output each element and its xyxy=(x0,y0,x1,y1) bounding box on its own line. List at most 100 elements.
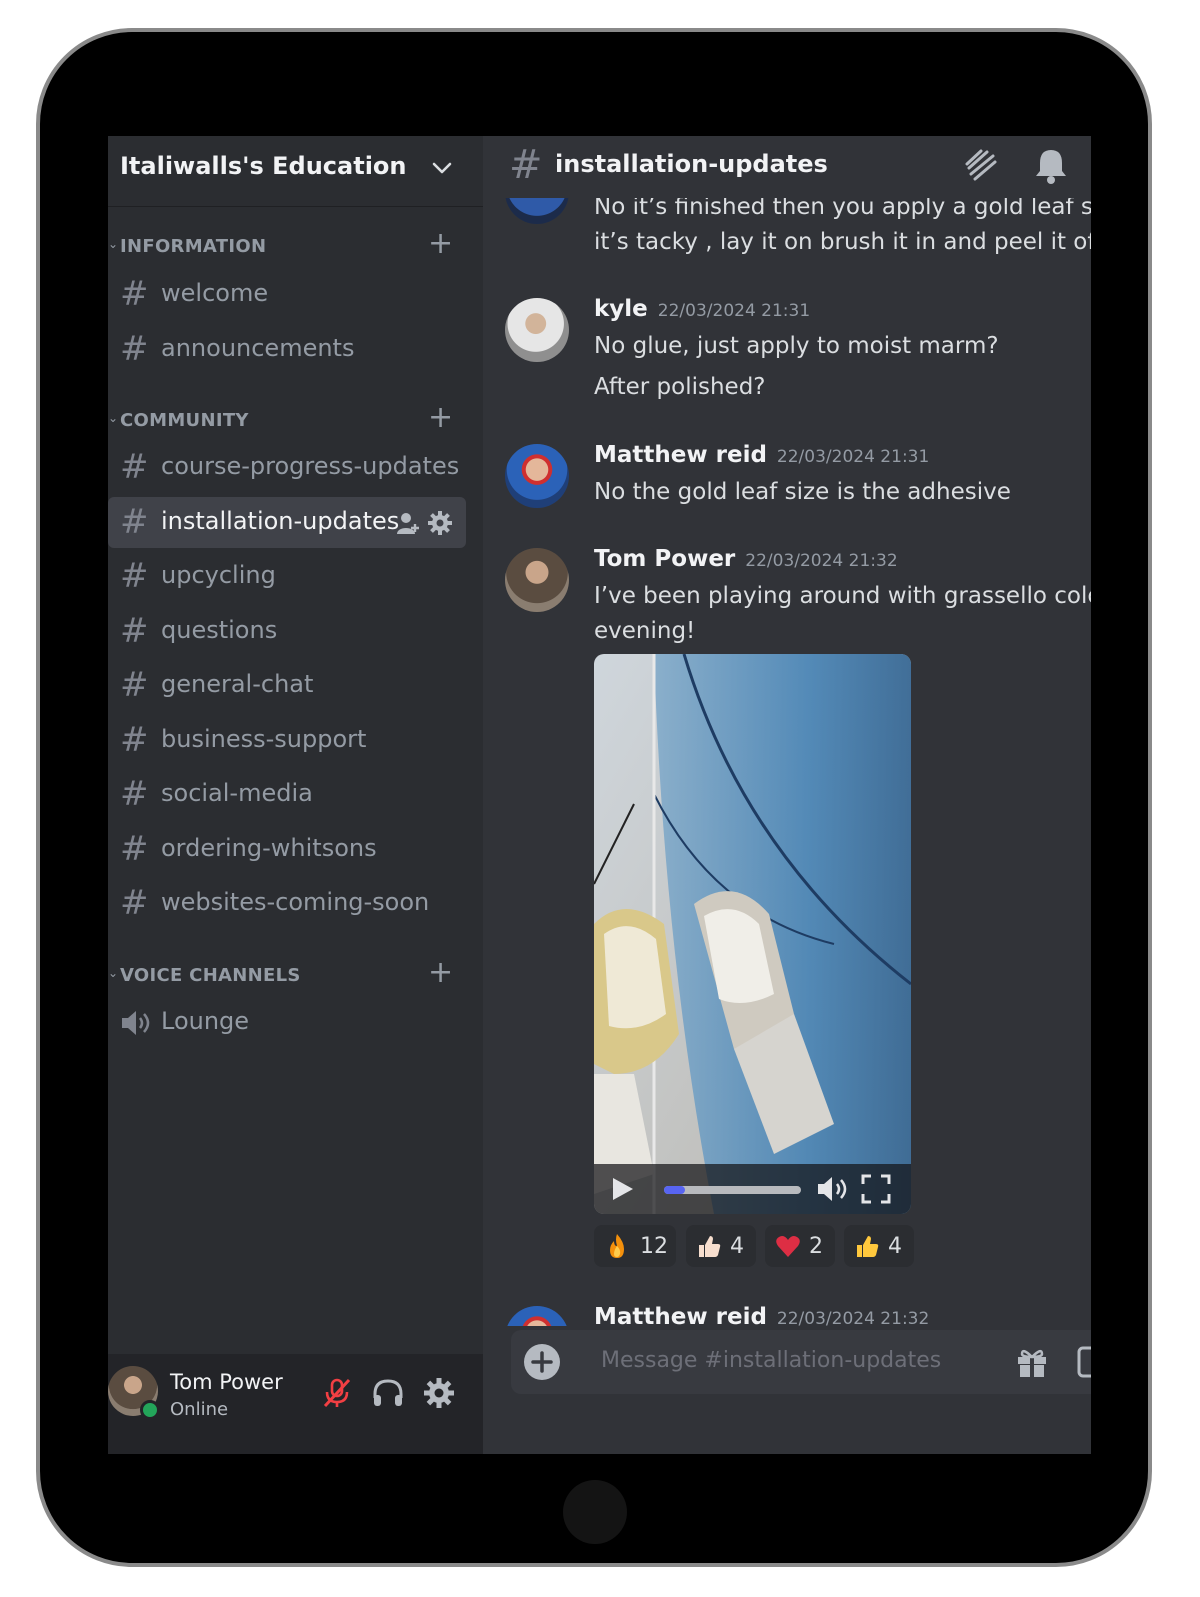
gear-icon[interactable] xyxy=(427,510,453,536)
user-panel: Tom Power Online xyxy=(108,1354,483,1454)
headphones-icon[interactable] xyxy=(371,1376,405,1410)
thumbs-up-emoji-icon xyxy=(699,1236,721,1257)
mic-muted-icon[interactable] xyxy=(320,1376,354,1410)
reaction-count: 2 xyxy=(809,1234,823,1259)
reaction-thumbs-up-light[interactable]: 4 xyxy=(686,1225,756,1267)
channel-header: # installation-updates xyxy=(483,136,1091,198)
category-label: COMMUNITY xyxy=(120,410,249,431)
threads-icon[interactable] xyxy=(961,146,1001,186)
message-text: it’s tacky , lay it on brush it in and p… xyxy=(594,229,1091,255)
message-author[interactable]: Tom Power 22/03/2024 21:32 xyxy=(594,546,898,572)
channel-questions[interactable]: # questions xyxy=(108,606,466,657)
user-status: Online xyxy=(170,1399,229,1420)
plus-icon xyxy=(531,1351,553,1373)
hash-icon: # xyxy=(120,556,149,596)
category-community[interactable]: ⌄ COMMUNITY + xyxy=(108,403,483,437)
avatar[interactable] xyxy=(505,298,569,362)
reaction-count: 12 xyxy=(640,1234,668,1259)
app-screen: Italiwalls's Education ⌄ INFORMATION + #… xyxy=(108,136,1091,1454)
bell-icon[interactable] xyxy=(1031,146,1071,186)
category-information[interactable]: ⌄ INFORMATION + xyxy=(108,229,483,263)
message-list: No it’s finished then you apply a gold l… xyxy=(483,136,1091,1326)
category-voice-channels[interactable]: ⌄ VOICE CHANNELS + xyxy=(108,958,483,992)
hash-icon: # xyxy=(120,883,149,923)
add-channel-icon[interactable]: + xyxy=(428,403,453,433)
channel-sidebar: Italiwalls's Education ⌄ INFORMATION + #… xyxy=(108,136,483,1454)
thumbs-up-emoji-icon xyxy=(857,1236,879,1257)
invite-user-icon[interactable] xyxy=(395,510,421,536)
avatar[interactable] xyxy=(505,444,569,508)
message-author[interactable]: Matthew reid 22/03/2024 21:31 xyxy=(594,442,929,468)
fullscreen-icon[interactable] xyxy=(860,1173,892,1205)
user-settings-gear-icon[interactable] xyxy=(422,1376,456,1410)
server-name: Italiwalls's Education xyxy=(120,152,407,180)
reaction-count: 4 xyxy=(888,1234,902,1259)
message-text: I’ve been playing around with grassello … xyxy=(594,583,1091,609)
caret-icon: ⌄ xyxy=(108,411,119,425)
channel-ordering-whitsons[interactable]: # ordering-whitsons xyxy=(108,824,466,875)
channel-name: questions xyxy=(161,616,278,644)
channel-business-support[interactable]: # business-support xyxy=(108,715,466,766)
heart-emoji-icon xyxy=(776,1236,800,1257)
play-icon[interactable] xyxy=(608,1175,636,1203)
timestamp: 22/03/2024 21:32 xyxy=(745,551,898,571)
message-composer[interactable]: Message #installation-updates xyxy=(511,1330,1091,1394)
channel-websites-coming-soon[interactable]: # websites-coming-soon xyxy=(108,878,466,929)
caret-icon: ⌄ xyxy=(108,237,119,251)
reaction-heart[interactable]: 2 xyxy=(765,1225,835,1267)
user-name: Tom Power xyxy=(170,1370,283,1394)
channel-name: business-support xyxy=(161,725,367,753)
message-author[interactable]: Matthew reid 22/03/2024 21:32 xyxy=(594,1304,929,1326)
message-text: No glue, just apply to moist marm? xyxy=(594,333,999,359)
channel-name: welcome xyxy=(161,279,269,307)
author-name[interactable]: Matthew reid xyxy=(594,1304,767,1326)
channel-name: social-media xyxy=(161,779,313,807)
channel-social-media[interactable]: # social-media xyxy=(108,769,466,820)
reaction-thumbs-up-yellow[interactable]: 4 xyxy=(844,1225,914,1267)
reaction-count: 4 xyxy=(730,1234,744,1259)
chevron-down-icon[interactable] xyxy=(430,156,454,180)
reaction-fire[interactable]: 12 xyxy=(594,1225,676,1267)
add-channel-icon[interactable]: + xyxy=(428,229,453,259)
avatar[interactable] xyxy=(505,548,569,612)
channel-title: installation-updates xyxy=(555,150,828,178)
hash-icon: # xyxy=(120,447,149,487)
channel-name: general-chat xyxy=(161,670,314,698)
timestamp: 22/03/2024 21:31 xyxy=(657,301,811,321)
channel-installation-updates[interactable]: # installation-updates xyxy=(108,497,466,548)
voice-channel-lounge[interactable]: Lounge xyxy=(108,997,466,1048)
home-button[interactable] xyxy=(563,1480,627,1544)
server-header[interactable]: Italiwalls's Education xyxy=(108,136,483,207)
video-frame xyxy=(594,654,911,1214)
message-text: After polished? xyxy=(594,374,766,400)
timestamp: 22/03/2024 21:31 xyxy=(776,447,930,467)
channel-announcements[interactable]: # announcements xyxy=(108,324,466,375)
gif-icon[interactable] xyxy=(1076,1344,1091,1380)
channel-welcome[interactable]: # welcome xyxy=(108,269,466,320)
gift-icon[interactable] xyxy=(1014,1344,1050,1380)
hash-icon: # xyxy=(120,329,149,369)
hash-icon: # xyxy=(120,502,149,542)
channel-course-progress-updates[interactable]: # course-progress-updates xyxy=(108,442,466,493)
author-name[interactable]: kyle xyxy=(594,296,648,322)
video-attachment[interactable] xyxy=(594,654,911,1214)
channel-upcycling[interactable]: # upcycling xyxy=(108,551,466,602)
video-progress-track[interactable] xyxy=(664,1186,801,1194)
author-name[interactable]: Tom Power xyxy=(594,546,735,572)
message-text: evening! xyxy=(594,618,696,644)
add-attachment-button[interactable] xyxy=(524,1344,560,1380)
message-input[interactable]: Message #installation-updates xyxy=(601,1348,941,1373)
volume-icon[interactable] xyxy=(816,1174,850,1204)
hash-icon: # xyxy=(120,665,149,705)
online-status-dot xyxy=(140,1400,160,1420)
avatar[interactable] xyxy=(505,1306,569,1326)
chat-area: # installation-updates No it’s finished … xyxy=(483,136,1091,1454)
message-author[interactable]: kyle 22/03/2024 21:31 xyxy=(594,296,810,322)
hash-icon: # xyxy=(120,774,149,814)
channel-general-chat[interactable]: # general-chat xyxy=(108,660,466,711)
video-progress-fill xyxy=(664,1186,685,1194)
speaker-icon xyxy=(122,1011,150,1035)
add-channel-icon[interactable]: + xyxy=(428,958,453,988)
channel-name: announcements xyxy=(161,334,355,362)
author-name[interactable]: Matthew reid xyxy=(594,442,767,468)
